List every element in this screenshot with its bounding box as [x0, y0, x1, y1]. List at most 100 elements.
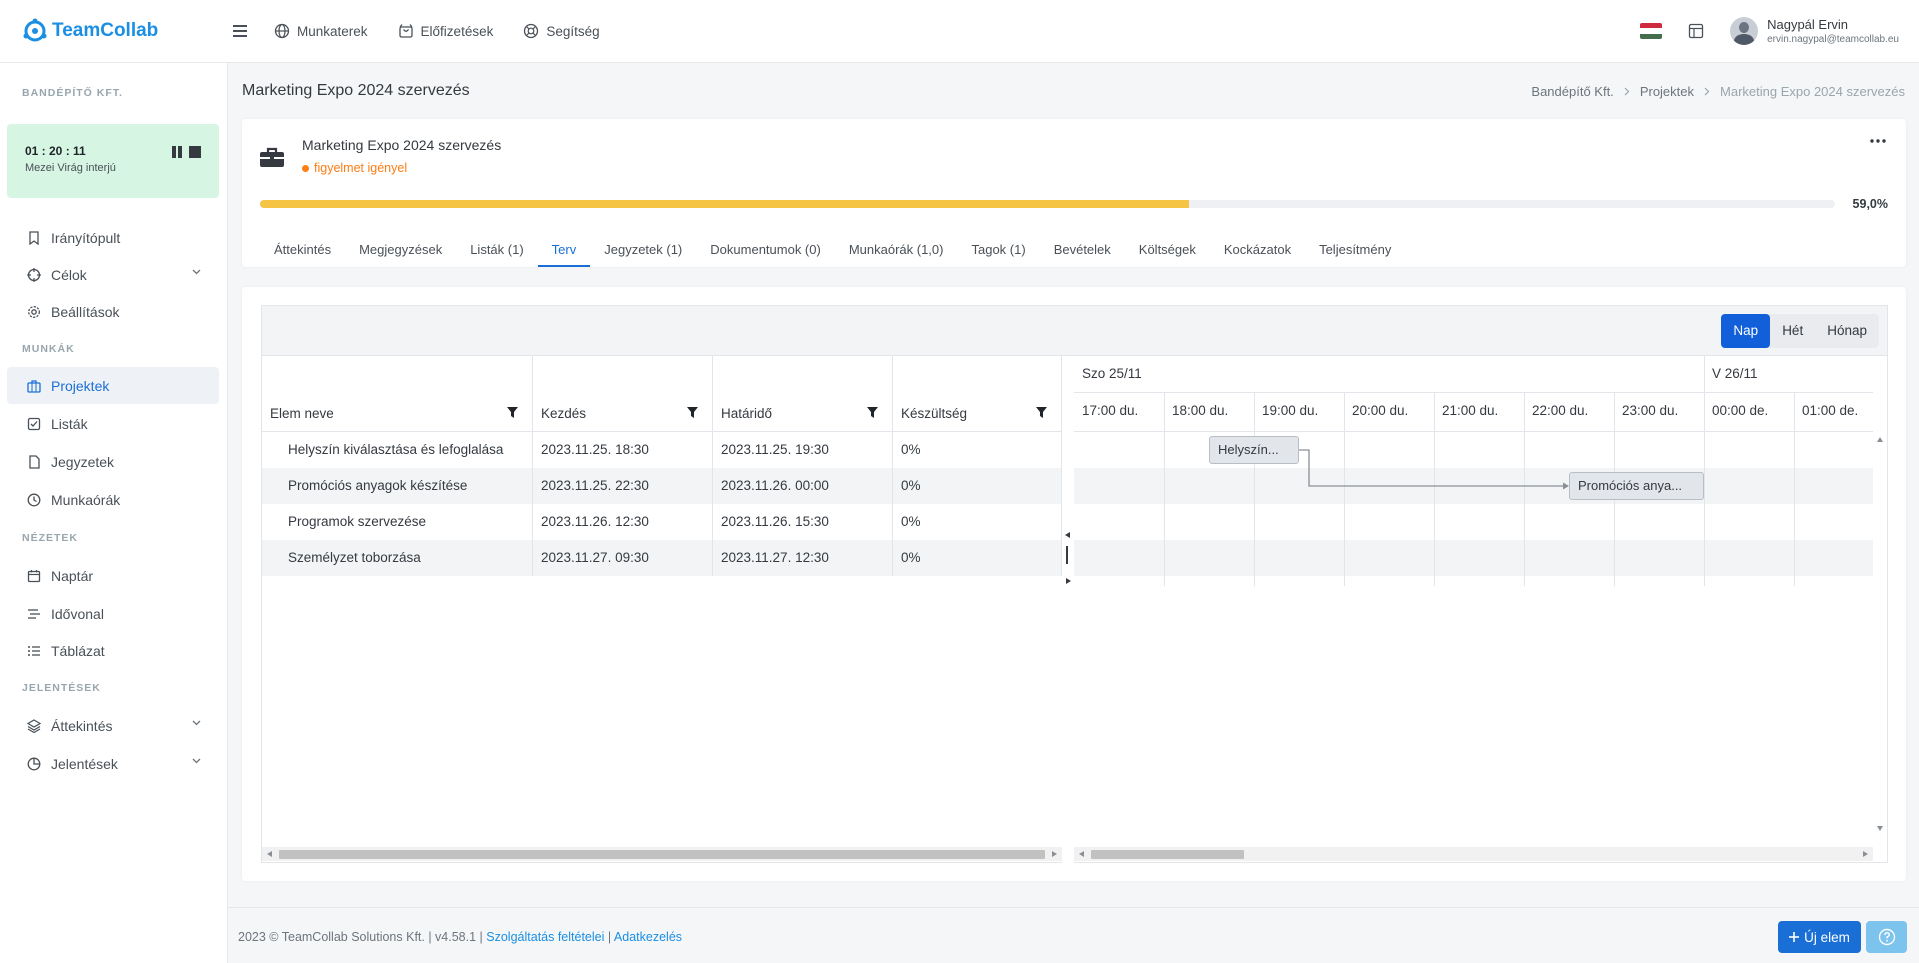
sidebar-item-attekintes[interactable]: Áttekintés [7, 707, 219, 744]
stop-icon[interactable] [189, 146, 201, 158]
privacy-link[interactable]: Adatkezelés [614, 930, 682, 944]
scroll-left-icon[interactable] [1079, 851, 1084, 857]
cell-end: 2023.11.26. 00:00 [713, 468, 893, 504]
bag-icon [398, 24, 413, 38]
cell-end: 2023.11.25. 19:30 [713, 432, 893, 468]
sidebar-item-jelentesek[interactable]: Jelentések [7, 745, 219, 782]
table-row[interactable]: Helyszín kiválasztása és lefoglalása 2023… [262, 432, 1062, 468]
cell-progress: 0% [893, 540, 1062, 576]
gantt-bar[interactable]: Promóciós anya... [1569, 472, 1704, 500]
tab-10[interactable]: Kockázatok [1210, 235, 1305, 267]
column-label: Készültség [901, 406, 968, 421]
new-item-button[interactable]: Új elem [1778, 921, 1861, 953]
topnav-munkaterek[interactable]: Munkaterek [274, 23, 368, 39]
sidebar-item-label: Irányítópult [51, 229, 121, 246]
lifebuoy-icon [524, 23, 539, 39]
footer-text: 2023 © TeamCollab Solutions Kft. | v4.58… [238, 930, 682, 944]
view-button-1[interactable]: Hét [1770, 314, 1815, 348]
top-nav: Munkaterek Előfizetések Segítség [274, 23, 600, 39]
copyright: 2023 © TeamCollab Solutions Kft. | v4.58… [238, 930, 487, 944]
column-header-name[interactable]: Elem neve [262, 356, 533, 431]
sidebar-item-munkaorak[interactable]: Munkaórák [7, 481, 219, 518]
timeline-vertical-scrollbar[interactable] [1873, 432, 1887, 837]
scroll-down-icon[interactable] [1877, 826, 1883, 831]
active-timer: 01 : 20 : 11 Mezei Virág interjú [7, 124, 219, 198]
terms-link[interactable]: Szolgáltatás feltételei [486, 930, 604, 944]
user-menu[interactable]: Nagypál Ervin ervin.nagypal@teamcollab.e… [1730, 17, 1899, 45]
view-switcher: Nap Hét Hónap [1721, 314, 1879, 348]
sidebar-item-projektek[interactable]: Projektek [7, 367, 219, 404]
tab-0[interactable]: Áttekintés [260, 235, 345, 267]
tab-8[interactable]: Bevételek [1040, 235, 1125, 267]
collapse-left-icon[interactable] [1065, 532, 1070, 538]
view-button-0[interactable]: Nap [1721, 314, 1771, 348]
timeline-icon [28, 608, 40, 619]
cell-start: 2023.11.25. 22:30 [533, 468, 713, 504]
pause-icon[interactable] [171, 146, 183, 158]
collapse-right-icon[interactable] [1066, 578, 1071, 584]
sidebar-item-listak[interactable]: Listák [7, 405, 219, 442]
sidebar-item-iranyitopult[interactable]: Irányítópult [7, 219, 219, 256]
sidebar-item-idovonal[interactable]: Idővonal [7, 595, 219, 632]
user-email: ervin.nagypal@teamcollab.eu [1767, 34, 1899, 45]
help-button[interactable] [1866, 921, 1907, 953]
section-munkak: MUNKÁK [22, 343, 75, 355]
scroll-left-icon[interactable] [267, 851, 272, 857]
tab-3[interactable]: Terv [537, 235, 591, 267]
table-row[interactable]: Promóciós anyagok készítése 2023.11.25. 2… [262, 468, 1062, 504]
scrollbar-thumb[interactable] [1091, 850, 1244, 859]
sidebar-item-tablazat[interactable]: Táblázat [7, 632, 219, 669]
column-header-deadline[interactable]: Határidő [713, 356, 893, 431]
topnav-elofizetesek[interactable]: Előfizetések [398, 23, 493, 39]
sidebar-item-jegyzetek[interactable]: Jegyzetek [7, 443, 219, 480]
scrollbar-thumb[interactable] [279, 850, 1045, 859]
filter-icon[interactable] [867, 407, 878, 418]
menu-toggle-button[interactable] [228, 19, 252, 43]
project-name: Marketing Expo 2024 szervezés [302, 137, 502, 153]
logo[interactable]: TeamCollab [0, 18, 228, 44]
timeline-horizontal-scrollbar[interactable] [1074, 847, 1873, 861]
view-button-2[interactable]: Hónap [1815, 314, 1879, 348]
grid-horizontal-scrollbar[interactable] [262, 847, 1062, 861]
breadcrumb-item[interactable]: Bandépítő Kft. [1531, 84, 1613, 99]
avatar [1730, 17, 1759, 45]
breadcrumb-current: Marketing Expo 2024 szervezés [1720, 84, 1905, 99]
column-label: Kezdés [541, 406, 587, 421]
sidebar-item-label: Áttekintés [51, 717, 113, 734]
scroll-up-icon[interactable] [1877, 437, 1883, 442]
table-row[interactable]: Programok szervezése 2023.11.26. 12:30 202… [262, 504, 1062, 540]
tab-11[interactable]: Teljesítmény [1305, 235, 1405, 267]
tab-4[interactable]: Jegyzetek (1) [590, 235, 696, 267]
layout-icon[interactable] [1688, 23, 1704, 39]
tab-6[interactable]: Munkaórák (1,0) [835, 235, 958, 267]
hungarian-flag-icon[interactable] [1640, 23, 1663, 39]
filter-icon[interactable] [1036, 407, 1047, 418]
timer-label: Mezei Virág interjú [25, 162, 116, 174]
tab-2[interactable]: Listák (1) [456, 235, 537, 267]
topnav-segitseg[interactable]: Segítség [523, 23, 600, 39]
progress-bar [260, 200, 1835, 208]
sidebar-item-label: Munkaórák [51, 491, 121, 508]
sidebar-item-beallitasok[interactable]: Beállítások [7, 293, 219, 330]
pane-splitter[interactable] [1062, 356, 1074, 863]
column-header-progress[interactable]: Készültség [893, 356, 1062, 431]
tab-5[interactable]: Dokumentumok (0) [696, 235, 835, 267]
breadcrumb-item[interactable]: Projektek [1640, 84, 1694, 99]
progress-fill [260, 200, 1190, 208]
sidebar-item-naptar[interactable]: Naptár [7, 557, 219, 594]
column-header-start[interactable]: Kezdés [533, 356, 713, 431]
table-row[interactable]: Személyzet toborzása 2023.11.27. 09:30 202… [262, 540, 1062, 576]
tab-1[interactable]: Megjegyzések [345, 235, 456, 267]
more-options-icon[interactable] [1870, 139, 1886, 143]
scroll-right-icon[interactable] [1863, 851, 1868, 857]
filter-icon[interactable] [687, 407, 698, 418]
target-icon [27, 267, 41, 282]
sidebar-item-celok[interactable]: Célok [7, 256, 219, 293]
gantt-bar[interactable]: Helyszín... [1209, 436, 1299, 464]
scroll-right-icon[interactable] [1052, 851, 1057, 857]
splitter-handle[interactable] [1066, 546, 1068, 564]
tab-7[interactable]: Tagok (1) [957, 235, 1039, 267]
filter-icon[interactable] [507, 407, 518, 418]
tab-9[interactable]: Költségek [1125, 235, 1210, 267]
project-tabs: Áttekintés Megjegyzések Listák (1) Terv Jegy… [260, 235, 1405, 267]
